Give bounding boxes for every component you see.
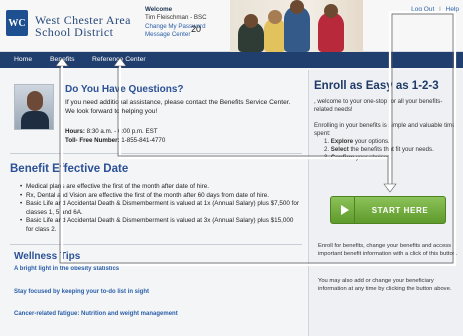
list-item: Rx, Dental and Vision are effective the … [20, 192, 302, 201]
enroll-step: 3. Confirm your choices. [324, 154, 392, 162]
enroll-body: Enrolling in your benefits is simple and… [314, 122, 456, 138]
header-family-photo [230, 0, 363, 52]
questions-title: Do You Have Questions? [65, 84, 184, 95]
district-name-line2: School District [35, 25, 114, 39]
nav-item-home[interactable]: Home [14, 56, 32, 63]
nav-item-benefits[interactable]: Benefits [50, 56, 75, 63]
service-agent-photo [14, 84, 54, 130]
enroll-step: 2. Select the benefits that fit your nee… [324, 146, 434, 154]
list-item: Basic Life and Accidental Death & Dismem… [20, 217, 302, 234]
district-logo[interactable]: WC [6, 10, 28, 36]
district-name: West Chester Area School District [35, 14, 131, 38]
log-out-link[interactable]: Log Out [411, 6, 434, 13]
welcome-title: Welcome [145, 6, 173, 13]
divider [10, 244, 302, 245]
list-item: Medical plans are effective the first of… [20, 183, 302, 192]
beneficiary-help-text: You may also add or change your benefici… [318, 278, 452, 292]
wellness-link[interactable]: Cancer-related fatigue: Nutrition and we… [14, 311, 178, 317]
play-icon [335, 197, 355, 223]
list-item: Basic Life and Accidental Death & Dismem… [20, 200, 302, 217]
enroll-help-text: Enroll for benefits, change your benefit… [318, 243, 458, 257]
contact-hours: Hours: 8:30 a.m. - 6:00 p.m. EST Toll- F… [65, 127, 165, 145]
main-nav: Home Benefits Reference Center [0, 52, 463, 68]
divider [10, 153, 302, 154]
start-here-label: START HERE [371, 205, 429, 215]
benefit-effective-title: Benefit Effective Date [10, 163, 129, 175]
start-here-button[interactable]: START HERE [330, 196, 446, 224]
tollfree-value: 1-855-841-4770 [121, 137, 166, 144]
wellness-link[interactable]: A bright light in the obesity statistics [14, 266, 119, 272]
enroll-steps: 1. Explore your options. 2. Select the b… [324, 138, 434, 163]
hours-label: Hours: [65, 128, 85, 135]
top-links: Log Out | Help [411, 6, 459, 13]
hours-value: 8:30 a.m. - 6:00 p.m. EST [86, 128, 158, 135]
enroll-welcome: , welcome to your one-stop for all your … [314, 98, 443, 114]
questions-text: If you need additional assistance, pleas… [65, 99, 291, 115]
enroll-title: Enroll as Easy as 1-2-3 [314, 80, 439, 92]
welcome-panel: Welcome Tim Fleischman - BSC Change My P… [145, 6, 207, 40]
wellness-link[interactable]: Stay focused by keeping your to-do list … [14, 289, 149, 295]
header: WC West Chester Area School District Wel… [0, 0, 463, 52]
benefit-effective-list: Medical plans are effective the first of… [20, 183, 302, 234]
tollfree-label: Toll- Free Number: [65, 137, 120, 144]
enroll-step: 1. Explore your options. [324, 138, 390, 145]
nav-item-reference-center[interactable]: Reference Center [92, 56, 146, 63]
user-name: Tim Fleischman - BSC [145, 14, 207, 22]
wellness-title: Wellness Tips [14, 251, 81, 262]
annotation-number: 20 [191, 24, 202, 34]
help-link[interactable]: Help [446, 6, 459, 13]
